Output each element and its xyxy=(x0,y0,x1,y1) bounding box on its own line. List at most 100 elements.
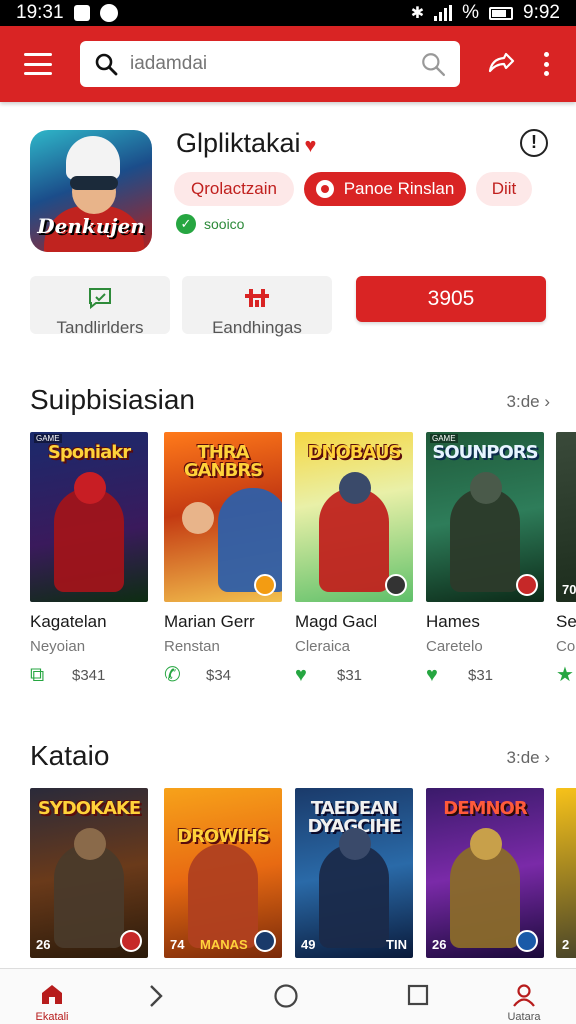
star-icon: ★ xyxy=(556,664,574,686)
nav-profile[interactable]: Uatara xyxy=(476,969,572,1024)
app-bar xyxy=(0,26,576,102)
cover-rank: 49 xyxy=(301,937,316,952)
bluetooth-icon: ✱ xyxy=(410,5,425,22)
nav-forward[interactable] xyxy=(108,969,204,1024)
menu-icon[interactable] xyxy=(24,53,52,75)
cover-rank: 26 xyxy=(432,937,447,952)
cover-title: SOUNPORS xyxy=(432,442,538,463)
square-icon xyxy=(407,984,429,1006)
action-button-1[interactable]: Tandlirlders xyxy=(30,276,170,337)
nav-home[interactable]: Ekatali xyxy=(4,969,100,1024)
game-cover: SYDOKAKE 26 xyxy=(30,788,148,958)
radio-icon xyxy=(315,180,334,198)
status-bar: 19:31 ✱ % 9:92 xyxy=(0,0,576,26)
item-subtitle: Renstan xyxy=(164,638,220,655)
circle-icon xyxy=(274,984,298,1008)
game-cover: S 2 xyxy=(556,788,576,958)
cover-title: SYDOKAKE xyxy=(37,798,141,819)
cover-footer: MANAS xyxy=(200,937,248,952)
app-icon-text: Denkujen xyxy=(37,214,145,238)
item-price: $34 xyxy=(206,666,232,684)
game-cover: DEMNOR 26 xyxy=(426,788,544,958)
item-name: Kagatelan xyxy=(30,612,107,631)
cover-title: DNOBAUS xyxy=(307,442,402,463)
chip-edit[interactable]: Diit xyxy=(476,172,532,206)
item-subtitle: Cleraica xyxy=(295,638,351,655)
game-cover: DROWIHS 74 MANAS xyxy=(164,788,282,958)
section-title-2: Kataio xyxy=(30,740,110,771)
list-item[interactable]: TAEDEAN DYAGCIHE 49 TIN xyxy=(295,788,413,958)
item-price: $31 xyxy=(337,666,363,684)
cover-title: Sponiakr xyxy=(47,442,131,463)
cover-title: DEMNOR xyxy=(443,798,527,819)
cover-title: 70 xyxy=(562,582,576,597)
nav-profile-label: Uatara xyxy=(507,1011,541,1023)
info-icon[interactable]: ! xyxy=(520,129,548,157)
share-icon[interactable] xyxy=(486,49,516,79)
battery-icon xyxy=(489,6,514,20)
notification-icon xyxy=(99,4,118,22)
item-name: Se xyxy=(556,612,576,631)
primary-action-button[interactable]: 3905 xyxy=(356,276,546,322)
list-item[interactable]: GAME Sponiakr Kagatelan Neyoian ⧉ $341 xyxy=(30,432,148,685)
section-header-2: Kataio 3:de › xyxy=(30,740,550,780)
status-time-right: 9:92 xyxy=(523,2,560,23)
search-box[interactable] xyxy=(80,41,460,87)
game-cover: GAME SOUNPORS xyxy=(426,432,544,602)
nav-home-button[interactable] xyxy=(238,969,334,1024)
list-item[interactable]: DEMNOR 26 xyxy=(426,788,544,958)
search-input[interactable] xyxy=(130,53,420,75)
app-title: Glpliktakai ♥ xyxy=(176,128,317,158)
home-icon xyxy=(42,985,62,1004)
item-subtitle: Caretelo xyxy=(426,638,483,655)
more-options-icon[interactable] xyxy=(544,52,550,76)
action-label-1: Tandlirlders xyxy=(56,318,144,337)
list-item[interactable]: S 2 xyxy=(556,788,576,958)
app-icon: Denkujen xyxy=(30,130,152,252)
section-header-1: Suipbisiasian 3:de › xyxy=(30,384,550,424)
cover-title: THRA GANBRS xyxy=(183,442,263,481)
section-more-1[interactable]: 3:de › xyxy=(507,392,550,412)
cover-rank: 26 xyxy=(36,937,51,952)
game-cover: 70 xyxy=(556,432,576,602)
chip-primary[interactable]: Panoe Rinslan xyxy=(304,172,466,206)
item-name: Hames xyxy=(426,612,480,631)
list-item[interactable]: THRA GANBRS Marian Gerr Renstan ✆ $34 xyxy=(164,432,282,685)
game-cover: GAME Sponiakr xyxy=(30,432,148,602)
shelf-2: SYDOKAKE 26 DROWIHS 74 MANAS TAEDEAN DYA… xyxy=(0,788,576,964)
section-more-2[interactable]: 3:de › xyxy=(507,748,550,768)
cover-footer: TIN xyxy=(386,937,407,952)
heart-icon: ♥ xyxy=(295,664,307,686)
signal-icon xyxy=(434,5,453,21)
section-title-1: Suipbisiasian xyxy=(30,384,195,415)
list-item[interactable]: DROWIHS 74 MANAS xyxy=(164,788,282,958)
action-label-2: Eandhingas xyxy=(212,318,302,337)
action-button-2[interactable]: Eandhingas xyxy=(182,276,332,337)
list-item[interactable]: GAME SOUNPORS Hames Caretelo ♥ $31 xyxy=(426,432,544,685)
item-subtitle: Neyoian xyxy=(30,638,86,655)
heart-icon: ♥ xyxy=(426,664,438,686)
cover-title: S xyxy=(556,800,576,818)
chat-icon xyxy=(89,288,111,310)
battery-percent: % xyxy=(462,2,480,23)
item-name: Magd Gacl xyxy=(295,612,378,631)
check-icon: ✓ xyxy=(176,214,196,234)
tablet-icon: ⧉ xyxy=(30,664,45,686)
app-header: Denkujen Glpliktakai ♥ ! Qrolactzain Pano… xyxy=(0,128,576,268)
bottom-navigation: Ekatali Uatara xyxy=(0,968,576,1024)
nav-recents[interactable] xyxy=(370,969,466,1024)
list-item[interactable]: 70 Se Co ★ xyxy=(556,432,576,685)
search-icon xyxy=(95,53,118,76)
chip-category[interactable]: Qrolactzain xyxy=(174,172,294,206)
list-item[interactable]: DNOBAUS Magd Gacl Cleraica ♥ $31 xyxy=(295,432,413,685)
item-price: $341 xyxy=(72,666,106,684)
cover-rank: 74 xyxy=(170,937,185,952)
search-submit-icon[interactable] xyxy=(420,51,446,77)
list-item[interactable]: SYDOKAKE 26 xyxy=(30,788,148,958)
status-time: 19:31 xyxy=(16,2,64,23)
profile-icon xyxy=(513,984,535,1007)
game-cover: DNOBAUS xyxy=(295,432,413,602)
item-subtitle: Co xyxy=(556,638,576,655)
chevron-right-icon xyxy=(150,985,163,1007)
nav-home-label: Ekatali xyxy=(35,1011,69,1023)
